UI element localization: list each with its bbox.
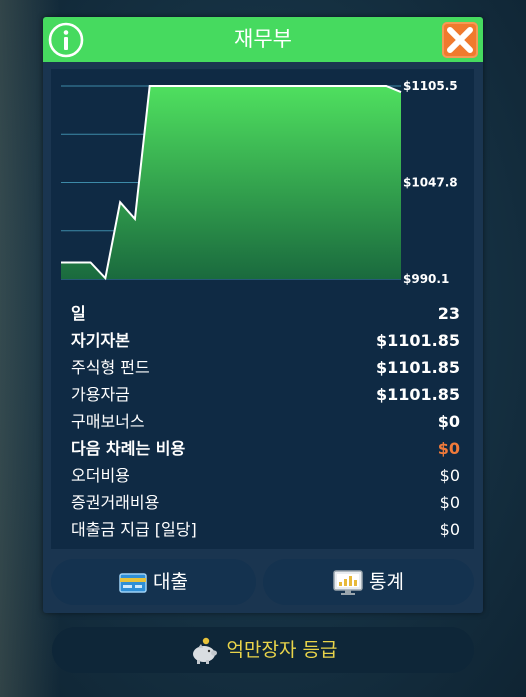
stat-value: $0: [437, 439, 460, 458]
close-button[interactable]: [442, 22, 478, 58]
content-area: $1105.5 $1047.8 $990.1 일 23 자기자본 $1101.85 …: [51, 69, 474, 549]
finance-dialog: 재무부 $1105.5 $1047.8 $990.1 일 23 자기자본 $1101…: [43, 17, 483, 613]
stat-label: 자기자본: [71, 331, 130, 350]
equity-chart: $1105.5 $1047.8 $990.1: [61, 79, 458, 286]
dialog-title: 재무부: [234, 27, 292, 51]
title-bar: 재무부: [43, 17, 483, 62]
stats-button-label: 통계: [369, 571, 404, 593]
stat-label: 가용자금: [71, 385, 130, 404]
y-tick-label: $1105.5: [403, 79, 458, 93]
stat-row-loan-payment: 대출금 지급 [일당] $0: [71, 516, 460, 543]
stat-row-stock-fund: 주식형 펀드 $1101.85: [71, 354, 460, 381]
stat-value: $0: [439, 493, 460, 512]
stat-label: 대출금 지급 [일당]: [71, 520, 197, 539]
stat-row-next-turn-cost: 다음 차례는 비용 $0: [71, 435, 460, 462]
stat-row-order-cost: 오더비용 $0: [71, 462, 460, 489]
stat-value: 23: [437, 304, 460, 323]
stat-value: $0: [439, 466, 460, 485]
info-icon[interactable]: [47, 21, 85, 59]
stat-row-day: 일 23: [71, 300, 460, 327]
stat-label: 일: [71, 304, 86, 323]
stat-row-brokerage-cost: 증권거래비용 $0: [71, 489, 460, 516]
stat-row-purchase-bonus: 구매보너스 $0: [71, 408, 460, 435]
loan-button-label: 대출: [153, 571, 188, 593]
stat-row-equity: 자기자본 $1101.85: [71, 327, 460, 354]
stat-label: 주식형 펀드: [71, 358, 150, 377]
monitor-chart-icon: [333, 569, 363, 595]
piggy-bank-icon: [192, 637, 217, 664]
y-tick-label: $990.1: [403, 272, 449, 286]
stat-value: $1101.85: [375, 385, 460, 404]
card-icon: [119, 572, 147, 593]
stat-label: 구매보너스: [71, 412, 145, 431]
billionaire-rank-label: 억만장자 등급: [226, 639, 338, 661]
billionaire-rank-button[interactable]: 억만장자 등급: [52, 627, 474, 673]
stat-label: 증권거래비용: [71, 493, 160, 512]
stat-value: $1101.85: [375, 331, 460, 350]
stat-row-available-funds: 가용자금 $1101.85: [71, 381, 460, 408]
close-icon: [447, 27, 473, 53]
y-tick-label: $1047.8: [403, 176, 458, 190]
stat-label: 오더비용: [71, 466, 130, 485]
stat-value: $0: [437, 412, 460, 431]
stat-value: $0: [439, 520, 460, 539]
stat-label: 다음 차례는 비용: [71, 439, 186, 458]
stats-button[interactable]: 통계: [263, 559, 474, 605]
stat-value: $1101.85: [375, 358, 460, 377]
loan-button[interactable]: 대출: [51, 559, 256, 605]
stats-list: 일 23 자기자본 $1101.85 주식형 펀드 $1101.85 가용자금 …: [71, 300, 460, 543]
